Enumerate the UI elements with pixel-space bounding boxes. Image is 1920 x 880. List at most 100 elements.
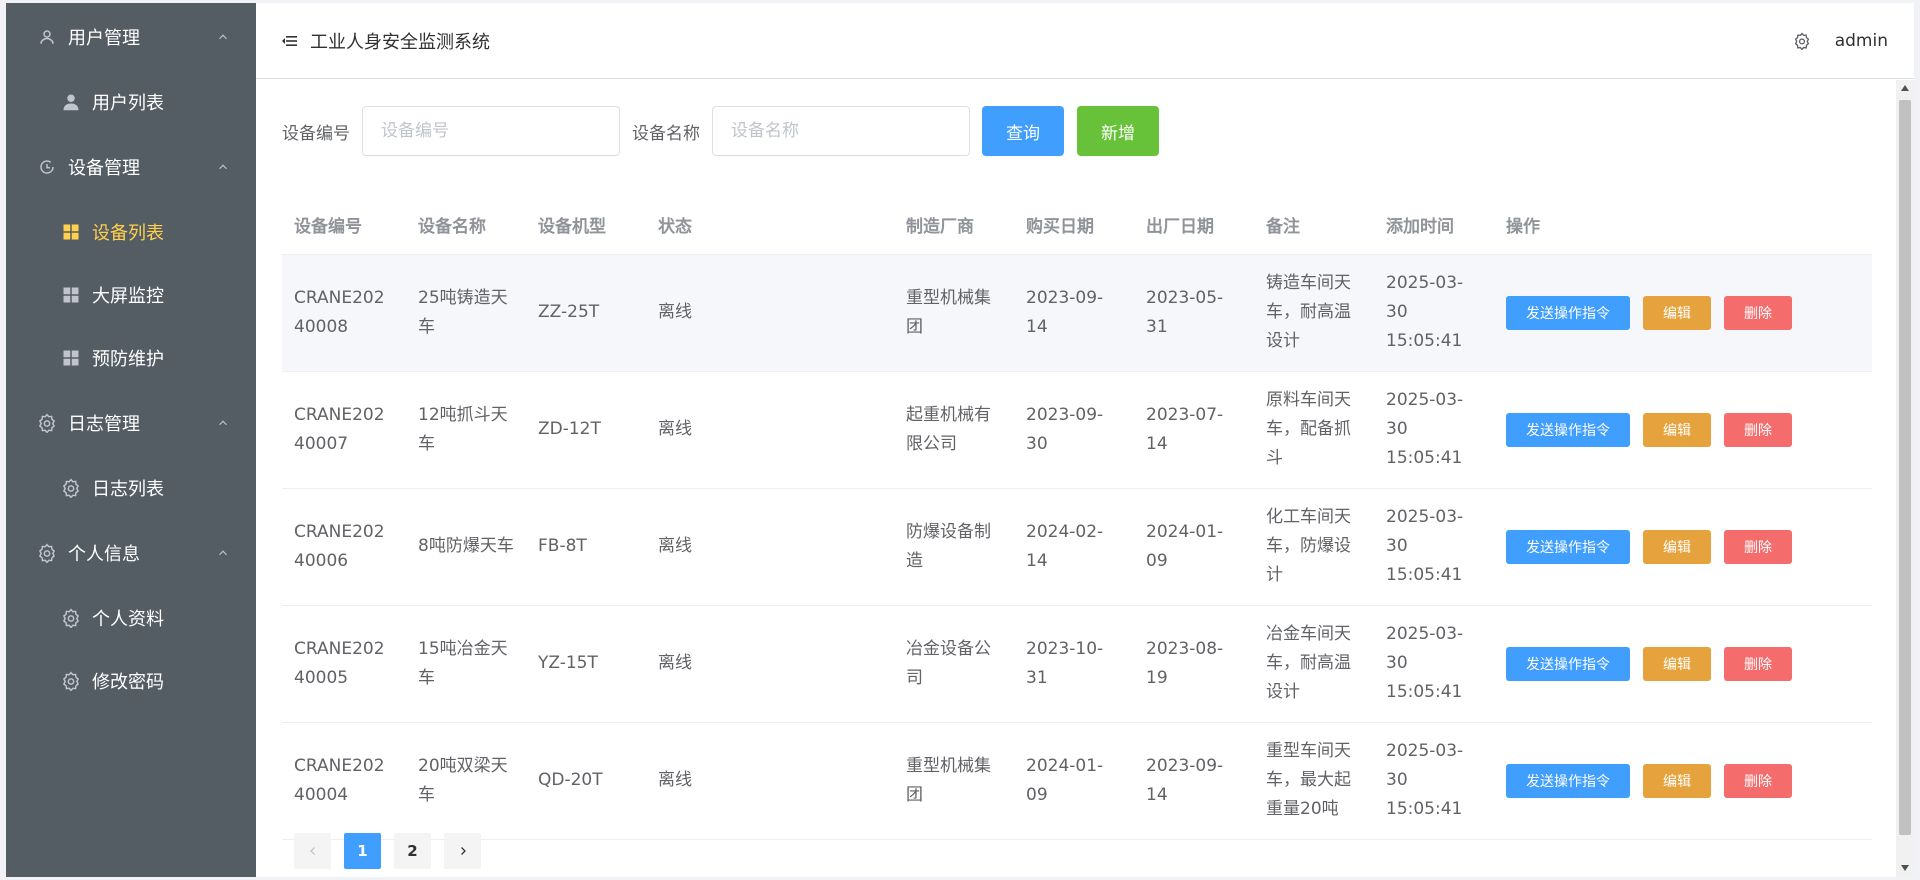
scrollbar-thumb[interactable] bbox=[1899, 100, 1911, 835]
cell-note: 铸造车间天车，耐高温设计 bbox=[1254, 254, 1374, 372]
menu-group-label: 个人信息 bbox=[68, 543, 140, 565]
add-button[interactable]: 新增 bbox=[1077, 106, 1159, 156]
cell-model: QD-20T bbox=[526, 722, 646, 840]
cell-name: 8吨防爆天车 bbox=[406, 488, 526, 606]
vertical-scrollbar[interactable] bbox=[1896, 80, 1914, 877]
sidebar-item-log-list[interactable]: 日志列表 bbox=[6, 456, 256, 519]
delete-button[interactable]: 删除 bbox=[1724, 295, 1792, 330]
send-command-button[interactable]: 发送操作指令 bbox=[1506, 763, 1630, 798]
cell-code: CRANE20240005 bbox=[282, 605, 406, 723]
cell-status: 离线 bbox=[646, 722, 894, 840]
next-page-button[interactable] bbox=[444, 833, 481, 869]
device-name-input[interactable] bbox=[712, 106, 970, 156]
edit-button[interactable]: 编辑 bbox=[1643, 529, 1711, 564]
cell-factory-date: 2023-05-31 bbox=[1134, 254, 1254, 372]
sidebar-item-change-password[interactable]: 修改密码 bbox=[6, 649, 256, 712]
table-row: CRANE20240005 15吨冶金天车 YZ-15T 离线 冶金设备公司 2… bbox=[282, 605, 1872, 723]
cell-model: ZD-12T bbox=[526, 371, 646, 489]
device-table: 设备编号 设备名称 设备机型 状态 制造厂商 购买日期 出厂日期 备注 添加时间… bbox=[282, 196, 1872, 840]
cell-actions: 发送操作指令 编辑 删除 bbox=[1494, 605, 1872, 723]
cell-actions: 发送操作指令 编辑 删除 bbox=[1494, 254, 1872, 372]
menu-group-log-management[interactable]: 日志管理 bbox=[6, 389, 256, 456]
send-command-button[interactable]: 发送操作指令 bbox=[1506, 646, 1630, 681]
header: 工业人身安全监测系统 admin bbox=[256, 3, 1914, 79]
scroll-down-arrow-icon[interactable] bbox=[1901, 865, 1909, 871]
cell-actions: 发送操作指令 编辑 删除 bbox=[1494, 488, 1872, 606]
scroll-up-arrow-icon[interactable] bbox=[1901, 85, 1909, 91]
column-header: 操作 bbox=[1494, 196, 1872, 255]
header-right: admin bbox=[1793, 3, 1888, 79]
delete-button[interactable]: 删除 bbox=[1724, 529, 1792, 564]
cell-added-time: 2025-03-30 15:05:41 bbox=[1374, 488, 1494, 606]
edit-button[interactable]: 编辑 bbox=[1643, 763, 1711, 798]
column-header: 备注 bbox=[1254, 196, 1374, 255]
cell-code: CRANE20240007 bbox=[282, 371, 406, 489]
page-button-2[interactable]: 2 bbox=[394, 833, 431, 869]
cell-factory-date: 2023-09-14 bbox=[1134, 722, 1254, 840]
delete-button[interactable]: 删除 bbox=[1724, 412, 1792, 447]
refresh-icon bbox=[36, 156, 58, 178]
sidebar-item-device-list[interactable]: 设备列表 bbox=[6, 200, 256, 263]
cell-note: 化工车间天车，防爆设计 bbox=[1254, 488, 1374, 606]
person-icon bbox=[61, 92, 81, 112]
settings-gear-icon[interactable] bbox=[1793, 32, 1811, 51]
cell-code: CRANE20240006 bbox=[282, 488, 406, 606]
cell-buy-date: 2023-09-30 bbox=[1014, 371, 1134, 489]
table-row: CRANE20240004 20吨双梁天车 QD-20T 离线 重型机械集团 2… bbox=[282, 722, 1872, 840]
cell-name: 20吨双梁天车 bbox=[406, 722, 526, 840]
gear-icon bbox=[61, 478, 81, 498]
cell-added-time: 2025-03-30 15:05:41 bbox=[1374, 605, 1494, 723]
sidebar-item-user-list[interactable]: 用户列表 bbox=[6, 70, 256, 133]
menu-group-device-management[interactable]: 设备管理 bbox=[6, 133, 256, 200]
sidebar-item-label: 个人资料 bbox=[92, 608, 164, 630]
menu-group-personal-info[interactable]: 个人信息 bbox=[6, 519, 256, 586]
chevron-left-icon bbox=[309, 847, 315, 855]
grid-icon bbox=[61, 348, 81, 368]
column-header: 设备名称 bbox=[406, 196, 526, 255]
cell-added-time: 2025-03-30 15:05:41 bbox=[1374, 371, 1494, 489]
send-command-button[interactable]: 发送操作指令 bbox=[1506, 529, 1630, 564]
cell-buy-date: 2023-09-14 bbox=[1014, 254, 1134, 372]
search-bar: 设备编号 设备名称 查询 新增 bbox=[282, 80, 1868, 182]
sidebar-item-label: 预防维护 bbox=[92, 348, 164, 370]
chevron-up-icon bbox=[216, 29, 230, 43]
cell-buy-date: 2023-10-31 bbox=[1014, 605, 1134, 723]
table-row: CRANE20240007 12吨抓斗天车 ZD-12T 离线 起重机械有限公司… bbox=[282, 371, 1872, 489]
chevron-up-icon bbox=[216, 159, 230, 173]
delete-button[interactable]: 删除 bbox=[1724, 646, 1792, 681]
query-button[interactable]: 查询 bbox=[982, 106, 1064, 156]
sidebar-item-big-screen-monitor[interactable]: 大屏监控 bbox=[6, 263, 256, 326]
edit-button[interactable]: 编辑 bbox=[1643, 412, 1711, 447]
cell-code: CRANE20240008 bbox=[282, 254, 406, 372]
send-command-button[interactable]: 发送操作指令 bbox=[1506, 295, 1630, 330]
cell-maker: 防爆设备制造 bbox=[894, 488, 1014, 606]
gear-icon bbox=[61, 608, 81, 628]
sidebar-item-label: 设备列表 bbox=[92, 222, 164, 244]
prev-page-button[interactable] bbox=[294, 833, 331, 869]
sidebar-item-profile[interactable]: 个人资料 bbox=[6, 586, 256, 649]
page-title: 工业人身安全监测系统 bbox=[310, 31, 490, 53]
cell-name: 12吨抓斗天车 bbox=[406, 371, 526, 489]
cell-status: 离线 bbox=[646, 371, 894, 489]
device-code-input[interactable] bbox=[362, 106, 620, 156]
sidebar-item-preventive-maintenance[interactable]: 预防维护 bbox=[6, 326, 256, 389]
sidebar-item-label: 日志列表 bbox=[92, 478, 164, 500]
sidebar-item-label: 修改密码 bbox=[92, 671, 164, 693]
menu-group-user-management[interactable]: 用户管理 bbox=[6, 3, 256, 70]
column-header: 添加时间 bbox=[1374, 196, 1494, 255]
cell-factory-date: 2024-01-09 bbox=[1134, 488, 1254, 606]
cell-status: 离线 bbox=[646, 605, 894, 723]
page-button-1[interactable]: 1 bbox=[344, 833, 381, 869]
cell-buy-date: 2024-02-14 bbox=[1014, 488, 1134, 606]
username[interactable]: admin bbox=[1835, 31, 1888, 51]
edit-button[interactable]: 编辑 bbox=[1643, 295, 1711, 330]
edit-button[interactable]: 编辑 bbox=[1643, 646, 1711, 681]
cell-factory-date: 2023-07-14 bbox=[1134, 371, 1254, 489]
delete-button[interactable]: 删除 bbox=[1724, 763, 1792, 798]
gear-icon bbox=[61, 671, 81, 691]
column-header: 设备编号 bbox=[282, 196, 406, 255]
cell-maker: 重型机械集团 bbox=[894, 722, 1014, 840]
chevron-up-icon bbox=[216, 415, 230, 429]
menu-toggle-icon[interactable] bbox=[282, 33, 298, 49]
send-command-button[interactable]: 发送操作指令 bbox=[1506, 412, 1630, 447]
